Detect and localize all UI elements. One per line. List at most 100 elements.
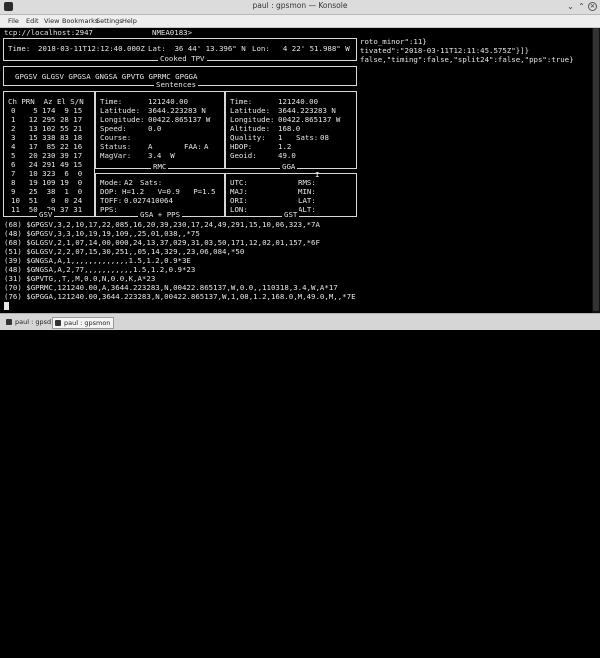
log-line: (31) $GPVTG,,T,,M,0.0,N,0.0,K,A*23: [4, 274, 156, 283]
gsa-dop-label: DOP:: [100, 187, 118, 196]
cooked-tpv-title: Cooked TPV: [158, 54, 207, 63]
log-line: (68) $GPGSV,3,2,10,17,22,085,16,20,39,23…: [4, 220, 320, 229]
rmc-course-label: Course:: [100, 133, 132, 142]
protocol-indicator: NMEA0183>: [152, 28, 193, 37]
task-gpsd[interactable]: paul : gpsd: [4, 317, 54, 327]
rmc-lat-value: 3644.223283 N: [148, 106, 206, 115]
close-icon[interactable]: ✕: [588, 2, 597, 11]
gga-time-value: 121240.00: [278, 97, 319, 106]
gst-min-label: MIN:: [298, 187, 316, 196]
gga-quality-value: 1: [278, 133, 283, 142]
gst-utc-label: UTC:: [230, 178, 248, 187]
json-overlay-line: roto_minor":11}: [360, 37, 427, 46]
gsa-toff-value: 0.027410064: [124, 196, 173, 205]
gga-time-label: Time:: [230, 97, 253, 106]
terminal-icon: [55, 320, 61, 326]
terminal-icon: [6, 319, 12, 325]
tpv-lon-label: Lon:: [252, 44, 270, 53]
rmc-magvar-value: 3.4 W: [148, 151, 175, 160]
gga-alt-label: Altitude:: [230, 124, 271, 133]
gga-lat-value: 3644.223283 N: [278, 106, 336, 115]
terminal-output[interactable]: tcp://localhost:2947 NMEA0183> roto_mino…: [0, 28, 600, 313]
task-label: paul : gpsd: [15, 318, 52, 326]
gga-alt-value: 168.0: [278, 124, 301, 133]
rmc-faa-label: FAA:: [184, 142, 202, 151]
window-titlebar[interactable]: paul : gpsmon — Konsole ⌄ ⌃ ✕: [0, 0, 600, 15]
task-label: paul : gpsmon: [64, 319, 111, 327]
menu-edit[interactable]: Edit: [26, 17, 39, 25]
gst-alt-label: ALT:: [298, 205, 316, 214]
tpv-lat-label: Lat:: [148, 44, 166, 53]
gsv-row: 2 13 102 55 21: [11, 124, 83, 133]
json-overlay-line: tivated":"2018-03-11T12:11:45.575Z"}]}: [360, 46, 530, 55]
gsv-row: 5 20 230 39 17: [11, 151, 83, 160]
gsa-pps-label: PPS:: [100, 205, 118, 214]
gst-rms-label: RMS:: [298, 178, 316, 187]
rmc-time-value: 121240.00: [148, 97, 189, 106]
gga-hdop-label: HDOP:: [230, 142, 253, 151]
gsa-mode-label: Mode:: [100, 178, 123, 187]
terminal-scrollbar[interactable]: [592, 28, 600, 313]
log-line: (48) $GNGSA,A,2,77,,,,,,,,,,,1.5,1.2,0.9…: [4, 265, 196, 274]
menu-bar: File Edit View Bookmarks Settings Help: [0, 15, 600, 28]
maximize-icon[interactable]: ⌃: [577, 2, 586, 11]
rmc-lon-value: 00422.865137 W: [148, 115, 211, 124]
sentences-title: Sentences: [154, 80, 199, 89]
log-line: (70) $GPRMC,121240.00,A,3644.223283,N,00…: [4, 283, 338, 292]
log-line: (76) $GPGGA,121240.00,3644.223283,N,0042…: [4, 292, 356, 301]
minimize-icon[interactable]: ⌄: [566, 2, 575, 11]
rmc-status-value: A: [148, 142, 153, 151]
gga-geoid-value: 49.0: [278, 151, 296, 160]
tpv-time-value: 2018-03-11T12:12:40.000Z: [38, 44, 145, 53]
menu-view[interactable]: View: [44, 17, 59, 25]
gst-lat-label: LAT:: [298, 196, 316, 205]
gsa-mode-value: A2: [124, 178, 133, 187]
log-line: (51) $GLGSV,2,2,07,15,30,251,,05,14,329,…: [4, 247, 245, 256]
gsv-row: 6 24 291 49 15: [11, 160, 83, 169]
gst-maj-label: MAJ:: [230, 187, 248, 196]
gsv-row: 8 19 109 19 0: [11, 178, 83, 187]
json-overlay-line: false,"timing":false,"split24":false,"pp…: [360, 55, 574, 64]
rmc-status-label: Status:: [100, 142, 132, 151]
device-address: tcp://localhost:2947: [4, 28, 93, 37]
gst-title: GST: [282, 210, 300, 219]
menu-help[interactable]: Help: [122, 17, 137, 25]
rmc-lat-label: Latitude:: [100, 106, 141, 115]
gga-title: GGA: [280, 162, 298, 171]
gga-geoid-label: Geoid:: [230, 151, 257, 160]
task-gpsmon[interactable]: paul : gpsmon: [52, 317, 115, 329]
scrollbar-thumb[interactable]: [593, 28, 599, 311]
log-line: (68) $GLGSV,2,1,07,14,00,000,24,13,37,02…: [4, 238, 320, 247]
menu-bookmarks[interactable]: Bookmarks: [62, 17, 98, 25]
rmc-title: RMC: [151, 162, 169, 171]
gsv-row: 1 12 295 28 17: [11, 115, 83, 124]
gga-sats-label: Sats:: [296, 133, 319, 142]
gga-lat-label: Latitude:: [230, 106, 271, 115]
tpv-lon-value: 4 22' 51.988" W: [274, 44, 350, 53]
gsv-row: 10 51 0 0 24: [11, 196, 83, 205]
gsv-table-header: Ch PRN Az El S/N: [8, 97, 84, 106]
menu-file[interactable]: File: [8, 17, 19, 25]
gst-ori-label: ORI:: [230, 196, 248, 205]
gst-lon-label: LON:: [230, 205, 248, 214]
log-line: (48) $GPGSV,3,3,10,19,19,109,,25,01,038,…: [4, 229, 200, 238]
taskbar: paul : gpsd paul : gpsmon: [0, 313, 600, 330]
gsv-row: 4 17 85 22 16: [11, 142, 83, 151]
gsa-dop-value: H=1.2 V=0.9 P=1.5: [122, 187, 216, 196]
gsv-row: 9 25 38 1 0: [11, 187, 83, 196]
rmc-lon-label: Longitude:: [100, 115, 145, 124]
log-line: (39) $GNGSA,A,1,,,,,,,,,,,,,1.5,1.2,0.9*…: [4, 256, 191, 265]
menu-settings[interactable]: Settings: [96, 17, 123, 25]
gga-lon-label: Longitude:: [230, 115, 275, 124]
gsa-sats-label: Sats:: [140, 178, 163, 187]
gga-lon-value: 00422.865137 W: [278, 115, 341, 124]
rmc-speed-value: 0.0: [148, 124, 162, 133]
gsv-row: 7 10 323 6 0: [11, 169, 83, 178]
gga-quality-label: Quality:: [230, 133, 266, 142]
gsv-title: GSV: [37, 210, 55, 219]
rmc-faa-value: A: [204, 142, 209, 151]
tpv-lat-value: 36 44' 13.396" N: [170, 44, 246, 53]
window-title: paul : gpsmon — Konsole: [252, 1, 348, 10]
gsa-toff-label: TOFF:: [100, 196, 123, 205]
rmc-time-label: Time:: [100, 97, 123, 106]
